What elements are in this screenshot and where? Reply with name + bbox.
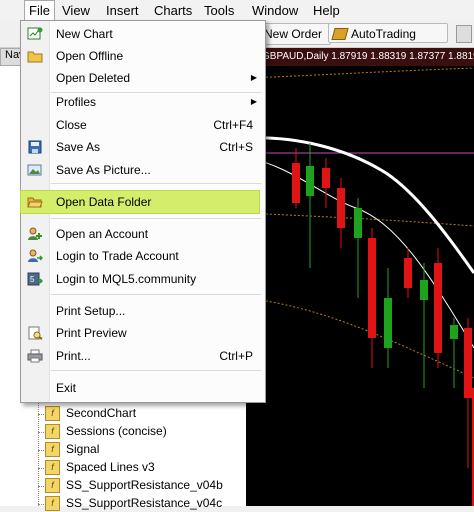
indicator-icon: f bbox=[45, 460, 60, 476]
tree-branch bbox=[38, 468, 44, 469]
open-folder-icon bbox=[27, 197, 43, 208]
menu-item-save-as-picture[interactable]: Save As Picture... bbox=[21, 159, 265, 181]
chart-canvas bbox=[246, 67, 474, 506]
tree-branch bbox=[38, 450, 44, 451]
candle bbox=[464, 328, 472, 398]
menu-item-open-offline[interactable]: Open Offline bbox=[21, 45, 265, 67]
printer-icon bbox=[27, 349, 43, 363]
candles bbox=[292, 143, 474, 506]
menu-insert[interactable]: Insert bbox=[106, 3, 139, 18]
folder-icon bbox=[27, 51, 43, 63]
price-chart[interactable]: GBPAUD,Daily 1.87919 1.88319 1.87377 1.8… bbox=[246, 48, 474, 506]
tree-branch bbox=[38, 414, 44, 415]
menu-item-open-data-folder[interactable]: Open Data Folder bbox=[20, 190, 260, 214]
nav-item-signal[interactable]: f Signal bbox=[45, 441, 99, 458]
menu-help[interactable]: Help bbox=[313, 3, 340, 18]
menu-tools[interactable]: Tools bbox=[204, 3, 234, 18]
candle bbox=[354, 208, 362, 238]
autotrading-button[interactable]: AutoTrading bbox=[328, 23, 448, 43]
menu-item-open-deleted[interactable]: Open Deleted ▶ bbox=[21, 67, 265, 89]
nav-item-ss-support-c[interactable]: f SS_SupportResistance_v04c bbox=[45, 495, 222, 512]
menu-item-profiles[interactable]: Profiles ▶ bbox=[21, 91, 265, 113]
menu-separator bbox=[51, 183, 261, 184]
save-icon bbox=[28, 140, 42, 154]
candle bbox=[322, 168, 330, 188]
candle bbox=[384, 298, 392, 348]
tree-branch bbox=[38, 504, 44, 505]
picture-icon bbox=[27, 164, 42, 176]
indicator-icon: f bbox=[45, 496, 60, 512]
nav-item-ss-support-b[interactable]: f SS_SupportResistance_v04b bbox=[45, 477, 223, 494]
autotrading-icon bbox=[331, 28, 349, 40]
indicator-icon: f bbox=[45, 424, 60, 440]
menu-item-save-as[interactable]: Save As Ctrl+S bbox=[21, 136, 265, 158]
toolbar-more-icon[interactable] bbox=[456, 25, 472, 43]
candle bbox=[306, 166, 314, 196]
candle bbox=[337, 188, 345, 228]
svg-text:5: 5 bbox=[30, 275, 35, 284]
autotrading-label: AutoTrading bbox=[351, 27, 416, 41]
candle bbox=[404, 258, 412, 288]
tree-branch bbox=[38, 432, 44, 433]
menu-item-login-mql5[interactable]: 5 Login to MQL5.community bbox=[21, 268, 265, 290]
print-preview-icon bbox=[28, 326, 43, 340]
menu-item-print[interactable]: Print... Ctrl+P bbox=[21, 345, 265, 367]
indicator-icon: f bbox=[45, 478, 60, 494]
nav-item-secondchart[interactable]: f SecondChart bbox=[45, 405, 136, 422]
nav-item-spaced-lines[interactable]: f Spaced Lines v3 bbox=[45, 459, 155, 476]
nav-item-sessions[interactable]: f Sessions (concise) bbox=[45, 423, 167, 440]
menu-separator bbox=[51, 218, 261, 219]
candle bbox=[434, 263, 442, 353]
mql5-icon: 5 bbox=[27, 272, 43, 286]
menu-item-print-setup[interactable]: Print Setup... bbox=[21, 300, 265, 322]
tree-branch bbox=[38, 486, 44, 487]
menu-item-login-trade[interactable]: Login to Trade Account bbox=[21, 245, 265, 267]
menu-item-new-chart[interactable]: New Chart bbox=[21, 23, 265, 45]
moving-average-slow bbox=[246, 136, 474, 274]
menu-item-print-preview[interactable]: Print Preview bbox=[21, 322, 265, 344]
new-chart-icon bbox=[27, 27, 43, 40]
envelope-upper bbox=[246, 67, 474, 79]
menu-view[interactable]: View bbox=[62, 3, 90, 18]
file-menu: New Chart Open Offline Open Deleted ▶ Pr… bbox=[20, 20, 266, 403]
user-login-icon bbox=[28, 249, 43, 262]
indicator-icon: f bbox=[45, 442, 60, 458]
indicator-icon: f bbox=[45, 406, 60, 422]
submenu-arrow-icon: ▶ bbox=[250, 73, 257, 82]
candle bbox=[368, 238, 376, 338]
menu-item-close[interactable]: Close Ctrl+F4 bbox=[21, 114, 265, 136]
candle bbox=[450, 325, 458, 339]
new-order-button[interactable]: New Order bbox=[259, 23, 331, 45]
menu-charts[interactable]: Charts bbox=[154, 3, 192, 18]
user-add-icon bbox=[28, 227, 42, 240]
submenu-arrow-icon: ▶ bbox=[250, 97, 257, 106]
menubar: File View Insert Charts Tools Window Hel… bbox=[0, 0, 474, 23]
menu-item-open-account[interactable]: Open an Account bbox=[21, 223, 265, 245]
candle bbox=[292, 163, 300, 203]
menu-window[interactable]: Window bbox=[252, 3, 298, 18]
menu-separator bbox=[51, 370, 261, 371]
menu-separator bbox=[51, 294, 261, 295]
menu-item-exit[interactable]: Exit bbox=[21, 377, 265, 399]
candle bbox=[420, 280, 428, 300]
